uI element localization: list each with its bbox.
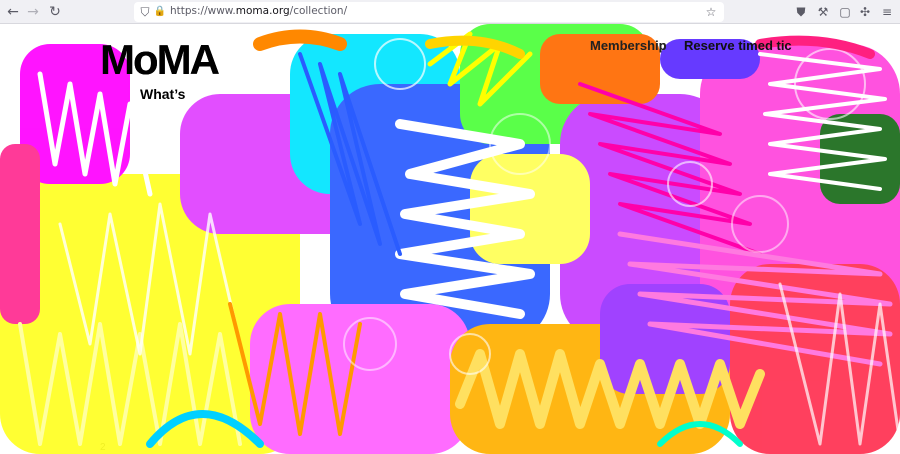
scribble-art-overlay [0, 24, 900, 454]
reserve-tickets-link-overlay: Reserve timed tic [684, 38, 792, 53]
address-bar[interactable]: ⛉ 🔒 https://www.moma.org/collection/ ☆ [134, 2, 724, 22]
reload-icon[interactable]: ↻ [46, 3, 64, 21]
left-pink-blob [0, 144, 40, 324]
forward-arrow-icon[interactable]: → [24, 3, 42, 21]
orange-swoosh [253, 29, 347, 51]
url-text[interactable]: https://www.moma.org/collection/ [170, 5, 347, 17]
browser-toolbar: ← → ↻ ⛉ 🔒 https://www.moma.org/collectio… [0, 0, 900, 24]
membership-link-overlay: Membership [590, 38, 667, 53]
bookmark-star-icon[interactable]: ☆ [702, 3, 720, 21]
back-arrow-icon[interactable]: ← [4, 3, 22, 21]
hamburger-menu-icon[interactable]: ≡ [878, 3, 896, 21]
mid-yellow-blob [470, 154, 590, 264]
lock-icon[interactable]: 🔒 [151, 3, 169, 21]
wrench-icon[interactable]: ⚒ [814, 3, 832, 21]
puzzle-icon[interactable]: ✣ [856, 3, 874, 21]
extension-icon[interactable]: ▢ [836, 3, 854, 21]
page-viewport: MoMA What’s Membership Reserve timed tic… [0, 24, 900, 454]
pocket-icon[interactable]: ⛊ [792, 3, 810, 21]
